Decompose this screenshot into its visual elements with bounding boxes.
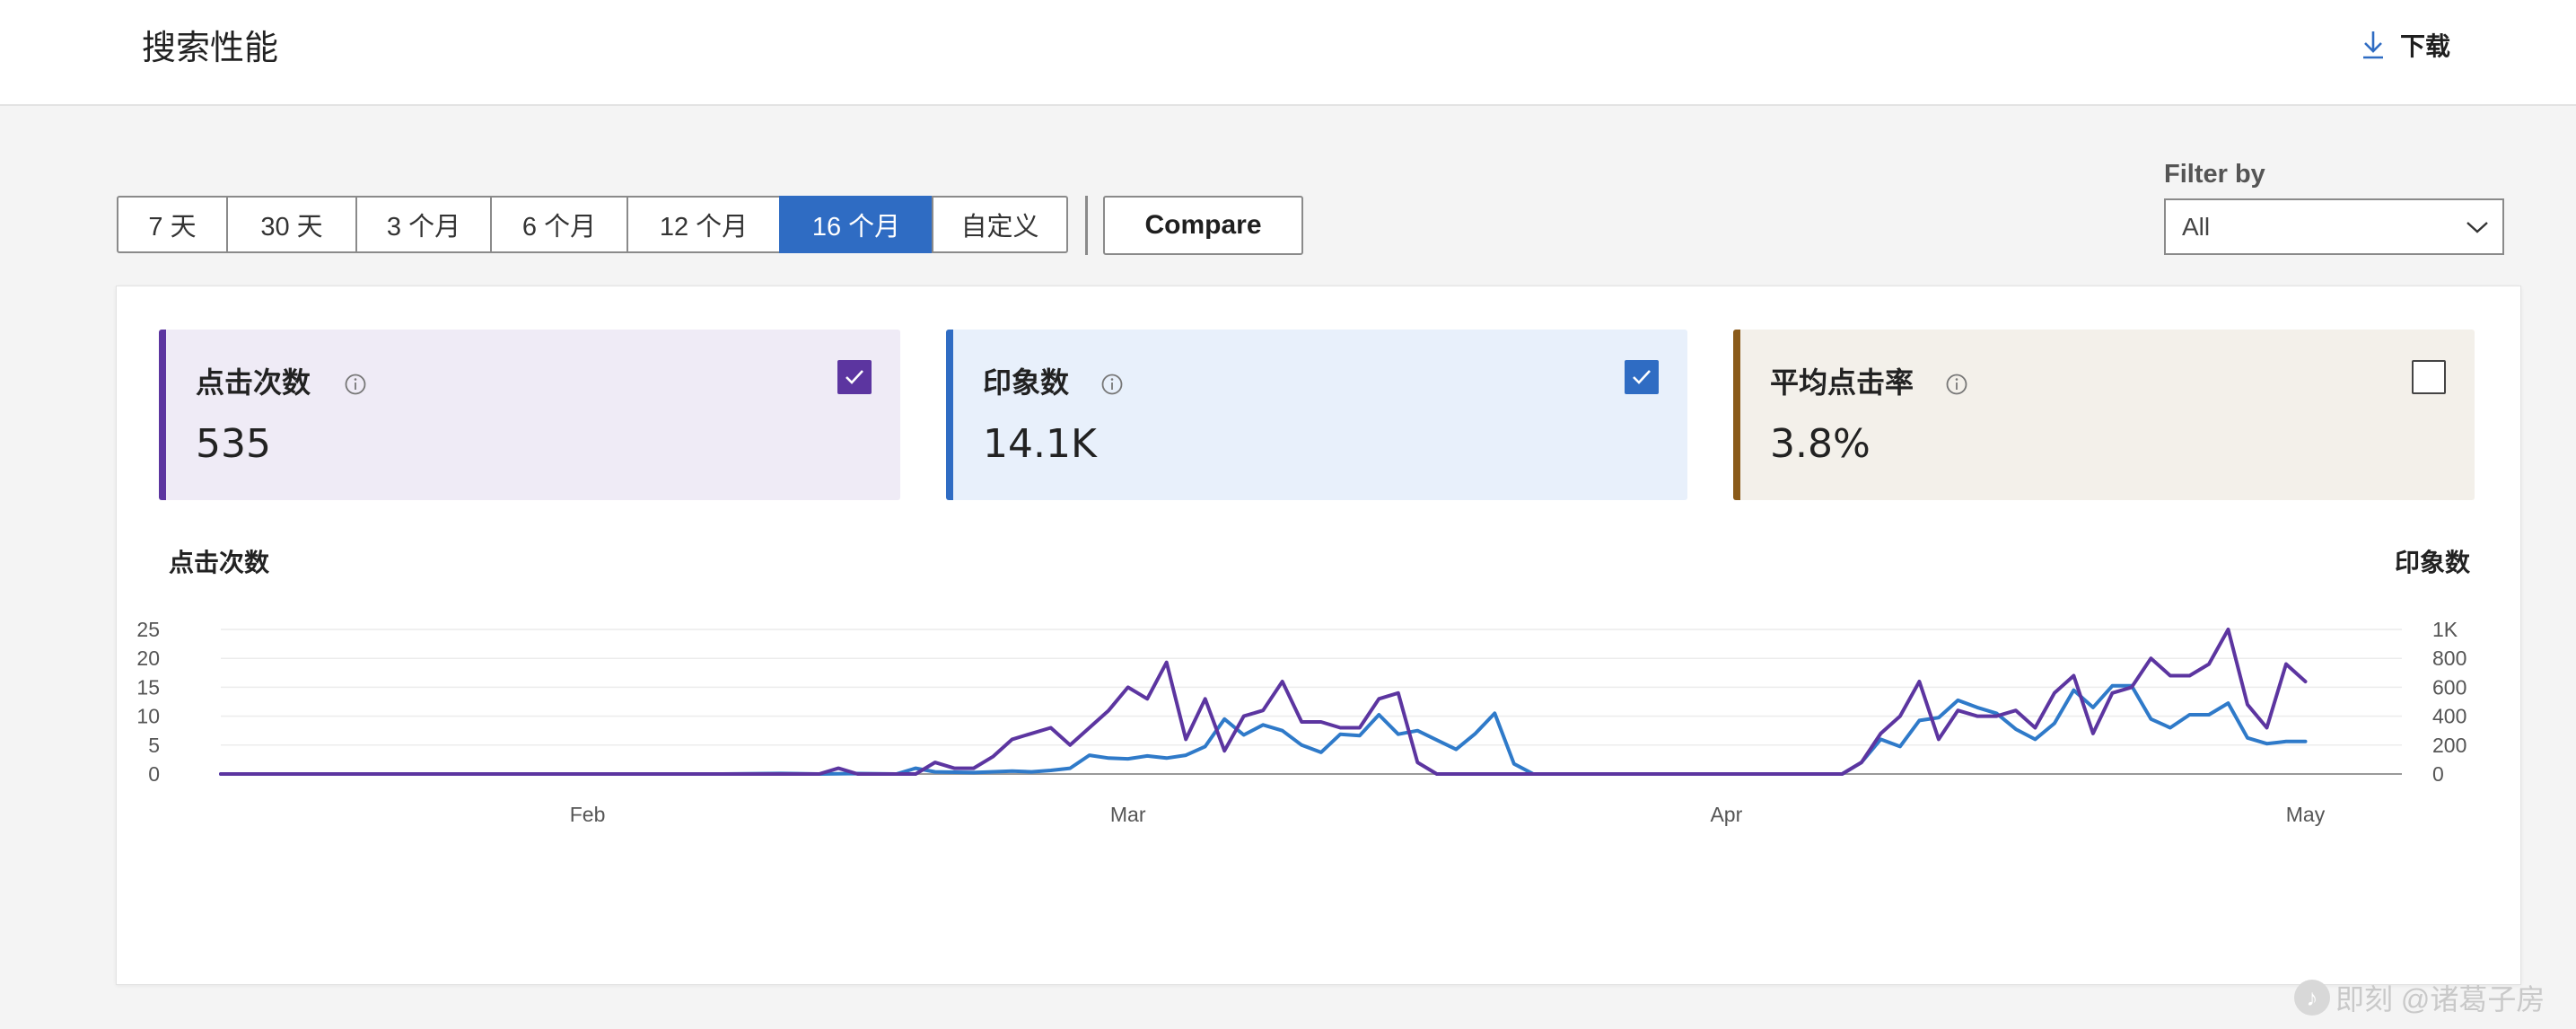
left-axis-tick-label: 0 (148, 762, 160, 786)
range-button-3m[interactable]: 3 个月 (355, 196, 492, 253)
x-axis-tick-label: Feb (570, 803, 606, 826)
right-axis-tick-label: 600 (2432, 675, 2466, 699)
filter-label: Filter by (2164, 160, 2265, 189)
filter-select[interactable]: All (2164, 198, 2504, 255)
download-label: 下载 (2400, 32, 2451, 60)
range-button-6m[interactable]: 6 个月 (490, 196, 628, 253)
x-axis-tick-label: Apr (1710, 803, 1742, 826)
right-axis-tick-label: 400 (2432, 705, 2466, 728)
x-axis-tick-label: May (2286, 803, 2326, 826)
watermark-text: 即刻 @诸葛子房 (2335, 983, 2545, 1016)
range-button-30d[interactable]: 30 天 (226, 196, 357, 253)
download-button[interactable]: 下载 (2361, 27, 2450, 63)
download-icon (2363, 31, 2383, 59)
right-axis-tick-label: 200 (2432, 734, 2466, 757)
right-axis-tick-label: 1K (2432, 618, 2458, 641)
left-axis-tick-label: 25 (136, 618, 160, 641)
clicks-series-line (219, 628, 2308, 776)
jike-logo-icon: ♪ (2294, 980, 2330, 1016)
range-button-12m[interactable]: 12 个月 (626, 196, 781, 253)
x-axis-tick-label: Mar (1110, 803, 1146, 826)
left-axis-title: 点击次数 (169, 549, 270, 576)
page-title: 搜索性能 (142, 30, 279, 67)
date-range-selector: 7 天 30 天 3 个月 6 个月 12 个月 16 个月 自定义 (117, 196, 1068, 253)
right-axis-tick-label: 800 (2432, 646, 2466, 670)
left-axis-tick-label: 20 (136, 646, 160, 670)
left-axis-tick-label: 15 (136, 675, 160, 699)
right-axis-tick-label: 0 (2432, 762, 2444, 786)
range-button-16m[interactable]: 16 个月 (779, 196, 933, 253)
toolbar-divider (1085, 196, 1088, 255)
range-button-custom[interactable]: 自定义 (932, 196, 1068, 253)
compare-button[interactable]: Compare (1103, 196, 1303, 255)
range-button-7d[interactable]: 7 天 (117, 196, 228, 253)
performance-chart: 点击次数 印象数 0 5 10 15 20 25 0 200 400 600 800 1K Feb M… (136, 548, 2471, 826)
filter-value: All (2182, 212, 2211, 241)
chevron-down-icon (2466, 222, 2488, 233)
top-bar: 搜索性能 下载 (0, 0, 2576, 106)
watermark: ♪ 即刻 @诸葛子房 (2294, 977, 2545, 1018)
right-axis-title: 印象数 (2395, 548, 2471, 576)
performance-panel: 点击次数 535 印象数 14.1K 平均点击率 3.8% 点击次数 印象数 0… (116, 286, 2521, 985)
left-axis-tick-label: 5 (148, 734, 160, 757)
left-axis-tick-label: 10 (136, 705, 160, 728)
impressions-series-line (219, 683, 2308, 776)
